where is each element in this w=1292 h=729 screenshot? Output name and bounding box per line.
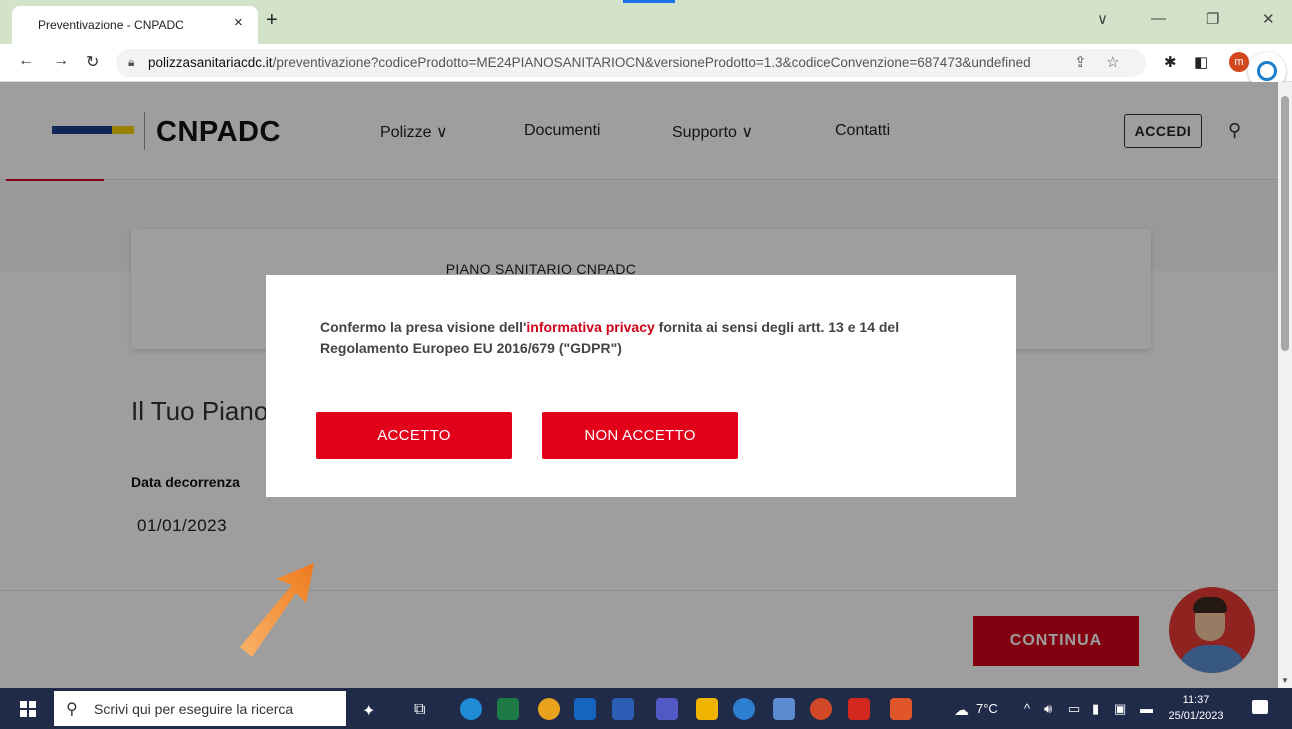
accept-button[interactable]: ACCETTO xyxy=(316,412,512,459)
powerpoint-icon[interactable] xyxy=(810,698,832,720)
restore-icon[interactable]: ❐ xyxy=(1206,10,1219,28)
browser-tab-strip: Preventivazione - CNPADC × + ∨ — ❐ ✕ xyxy=(0,0,1292,44)
clock-time: 11:37 xyxy=(1182,694,1210,706)
new-tab-button[interactable]: + xyxy=(266,9,278,32)
privacy-consent-modal: Confermo la presa visione dell'informati… xyxy=(266,275,1016,497)
windows-start-icon[interactable] xyxy=(20,701,36,717)
lock-icon[interactable]: 🔒︎ xyxy=(128,55,134,70)
browser-toolbar: ← → ↻ 🔒︎ polizzasanitariacdc.it/preventi… xyxy=(0,44,1292,82)
decline-button[interactable]: NON ACCETTO xyxy=(542,412,738,459)
teams-icon[interactable] xyxy=(656,698,678,720)
url-text[interactable]: polizzasanitariacdc.it/preventivazione?c… xyxy=(148,55,1031,70)
tab-close-icon[interactable]: × xyxy=(234,14,243,31)
forward-icon[interactable]: → xyxy=(53,52,69,70)
side-panel-icon[interactable]: ◧ xyxy=(1194,53,1208,71)
microphone-icon[interactable]: ▮ xyxy=(1092,701,1099,717)
search-icon: ⚲ xyxy=(66,701,78,718)
network-icon[interactable]: ▭ xyxy=(1068,701,1080,717)
windows-taskbar: ⚲ Scrivi qui per eseguire la ricerca ✦ ⧉… xyxy=(0,688,1292,729)
app-icon[interactable] xyxy=(733,698,755,720)
tray-overflow-icon[interactable]: ^ xyxy=(1024,701,1030,716)
chrome-profile-icon[interactable] xyxy=(890,698,912,720)
taskbar-search-placeholder: Scrivi qui per eseguire la ricerca xyxy=(94,701,294,717)
app-icon-2[interactable] xyxy=(773,698,795,720)
word-icon[interactable] xyxy=(612,698,634,720)
back-icon[interactable]: ← xyxy=(18,52,34,70)
consent-text: Confermo la presa visione dell'informati… xyxy=(320,319,900,356)
edge-icon[interactable] xyxy=(460,698,482,720)
browser-tab[interactable]: Preventivazione - CNPADC × xyxy=(12,6,258,44)
minimize-icon[interactable]: — xyxy=(1151,10,1166,27)
acrobat-icon[interactable] xyxy=(848,698,870,720)
scroll-thumb[interactable] xyxy=(1281,96,1289,351)
volume-icon[interactable]: 🔊︎ xyxy=(1044,701,1052,717)
web-page: CNPADC Polizze ∨ Documenti Supporto ∨ Co… xyxy=(0,82,1278,688)
battery-icon[interactable]: ▬ xyxy=(1140,701,1153,716)
taskbar-search-box[interactable]: ⚲ Scrivi qui per eseguire la ricerca xyxy=(54,691,346,726)
search-highlight-icon[interactable]: ✦ xyxy=(362,701,375,721)
chrome-icon[interactable] xyxy=(538,698,560,720)
cloud-weather-icon[interactable]: ☁ xyxy=(954,701,969,719)
tab-search-chevron-icon[interactable]: ∨ xyxy=(1097,10,1108,28)
scroll-down-arrow-icon[interactable]: ▼ xyxy=(1281,676,1289,685)
outlook-icon[interactable] xyxy=(574,698,596,720)
share-icon[interactable]: ⇪ xyxy=(1074,53,1087,71)
tab-loading-indicator xyxy=(623,0,675,3)
excel-icon[interactable] xyxy=(497,698,519,720)
close-window-icon[interactable]: ✕ xyxy=(1262,10,1275,28)
profile-avatar[interactable]: m xyxy=(1229,52,1249,72)
clock-date: 25/01/2023 xyxy=(1168,710,1224,722)
file-explorer-icon[interactable] xyxy=(696,698,718,720)
weather-temperature[interactable]: 7°C xyxy=(976,701,998,716)
task-view-icon[interactable]: ⧉ xyxy=(414,701,425,719)
page-scrollbar[interactable]: ▼ xyxy=(1278,82,1292,688)
display-icon[interactable]: ▣ xyxy=(1114,701,1126,717)
privacy-policy-link[interactable]: informativa privacy xyxy=(526,319,654,335)
taskbar-clock[interactable]: 11:37 25/01/2023 xyxy=(1166,692,1226,724)
address-bar[interactable]: 🔒︎ polizzasanitariacdc.it/preventivazion… xyxy=(116,49,1146,77)
extensions-puzzle-icon[interactable]: ✱ xyxy=(1164,53,1177,71)
bookmark-star-icon[interactable]: ☆ xyxy=(1106,53,1119,71)
orange-pointer-arrow-icon xyxy=(240,563,314,657)
tab-title: Preventivazione - CNPADC xyxy=(38,18,184,32)
notification-center-icon[interactable] xyxy=(1252,700,1268,714)
reload-icon[interactable]: ↻ xyxy=(86,52,99,72)
